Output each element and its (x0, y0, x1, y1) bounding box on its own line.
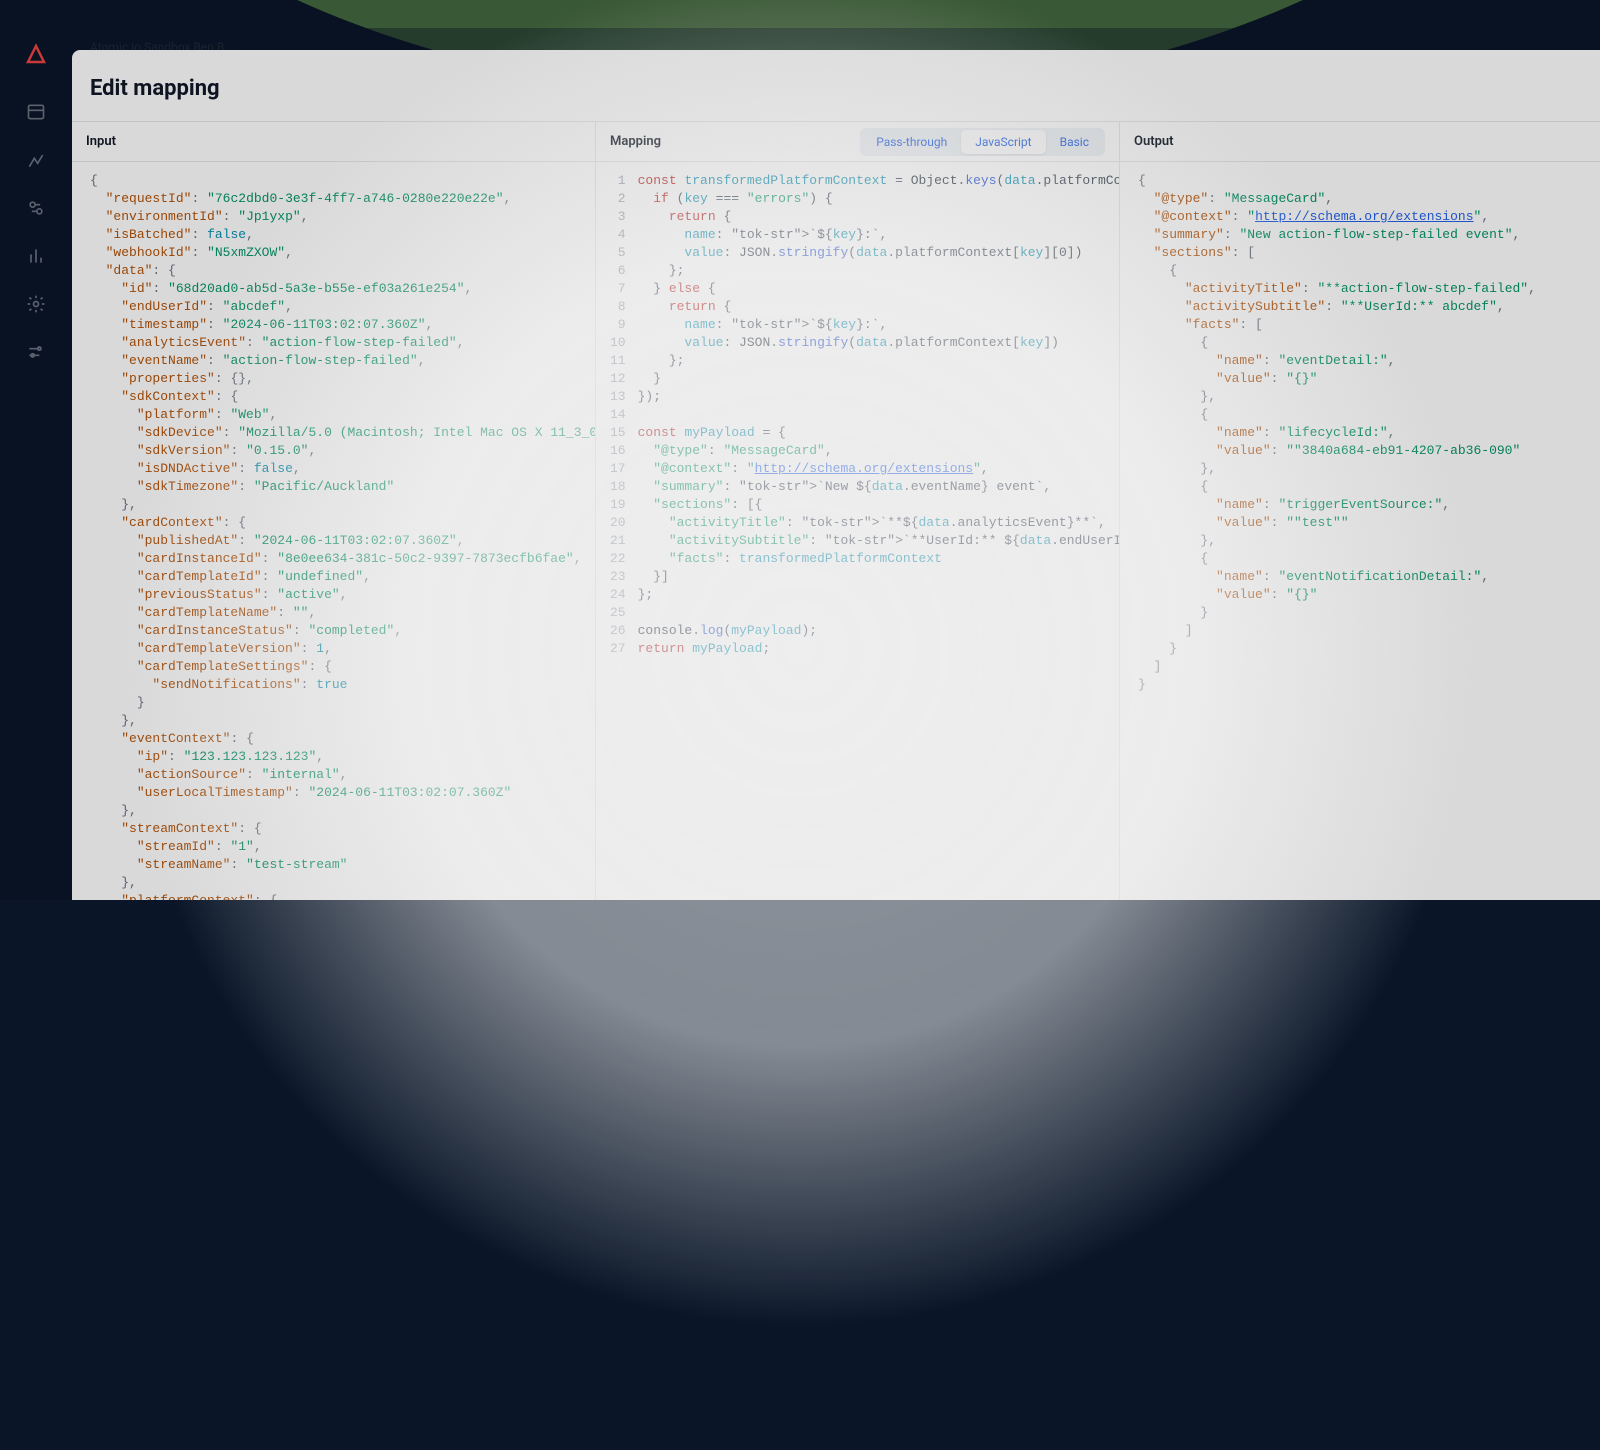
app-sidebar (0, 28, 72, 900)
input-json-viewer[interactable]: { "requestId": "76c2dbd0-3e3f-4ff7-a746-… (72, 162, 595, 900)
output-panel-title: Output (1134, 134, 1174, 149)
edit-mapping-modal: Edit mapping Input { "requestId": "76c2d… (72, 50, 1600, 900)
tab-pass-through[interactable]: Pass-through (862, 130, 961, 154)
mapping-code-editor[interactable]: 1234567891011121314151617181920212223242… (596, 162, 1119, 900)
nav-item-1-icon[interactable] (26, 102, 46, 122)
output-panel: Output { "@type": "MessageCard", "@conte… (1120, 122, 1600, 900)
app-logo (24, 42, 48, 66)
mapping-panel: Mapping Pass-through JavaScript Basic 12… (596, 122, 1120, 900)
mapping-mode-tabs: Pass-through JavaScript Basic (860, 128, 1105, 156)
input-panel-title: Input (86, 134, 116, 149)
mapping-panel-title: Mapping (610, 134, 661, 149)
nav-item-3-icon[interactable] (26, 198, 46, 218)
nav-item-5-icon[interactable] (26, 294, 46, 314)
nav-item-6-icon[interactable] (26, 342, 46, 362)
tab-javascript[interactable]: JavaScript (961, 130, 1045, 154)
tab-basic[interactable]: Basic (1046, 130, 1103, 154)
modal-title: Edit mapping (72, 50, 1600, 121)
nav-item-2-icon[interactable] (26, 150, 46, 170)
input-panel: Input { "requestId": "76c2dbd0-3e3f-4ff7… (72, 122, 596, 900)
output-json-viewer[interactable]: { "@type": "MessageCard", "@context": "h… (1120, 162, 1600, 900)
nav-item-4-icon[interactable] (26, 246, 46, 266)
